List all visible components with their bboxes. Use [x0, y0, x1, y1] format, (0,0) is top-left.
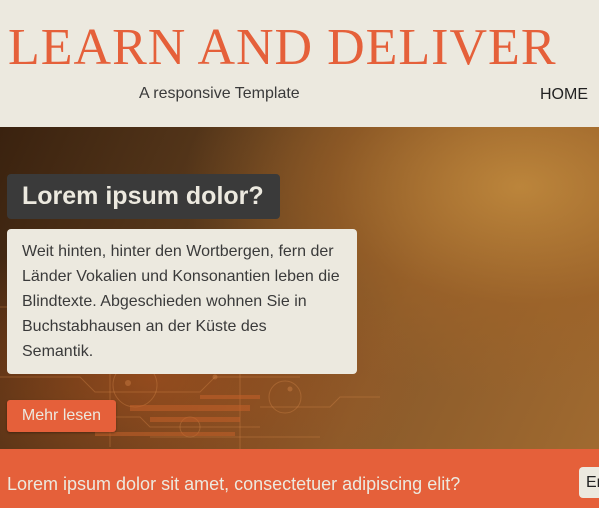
hero-description: Weit hinten, hinter den Wortbergen, fern…: [7, 229, 357, 374]
call-to-action-bar: Lorem ipsum dolor sit amet, consectetuer…: [0, 449, 599, 508]
hero-heading: Lorem ipsum dolor?: [7, 174, 280, 219]
site-header: LEARN AND DELIVER A responsive Template …: [0, 0, 599, 127]
read-more-button[interactable]: Mehr lesen: [7, 400, 116, 432]
site-title: LEARN AND DELIVER: [8, 19, 557, 76]
site-tagline: A responsive Template: [139, 85, 300, 102]
call-to-action-text: Lorem ipsum dolor sit amet, consectetuer…: [7, 474, 461, 494]
hero-banner: Lorem ipsum dolor? Weit hinten, hinter d…: [0, 127, 599, 449]
call-to-action-button[interactable]: En: [579, 467, 599, 498]
nav-item-home[interactable]: HOME: [540, 85, 588, 105]
